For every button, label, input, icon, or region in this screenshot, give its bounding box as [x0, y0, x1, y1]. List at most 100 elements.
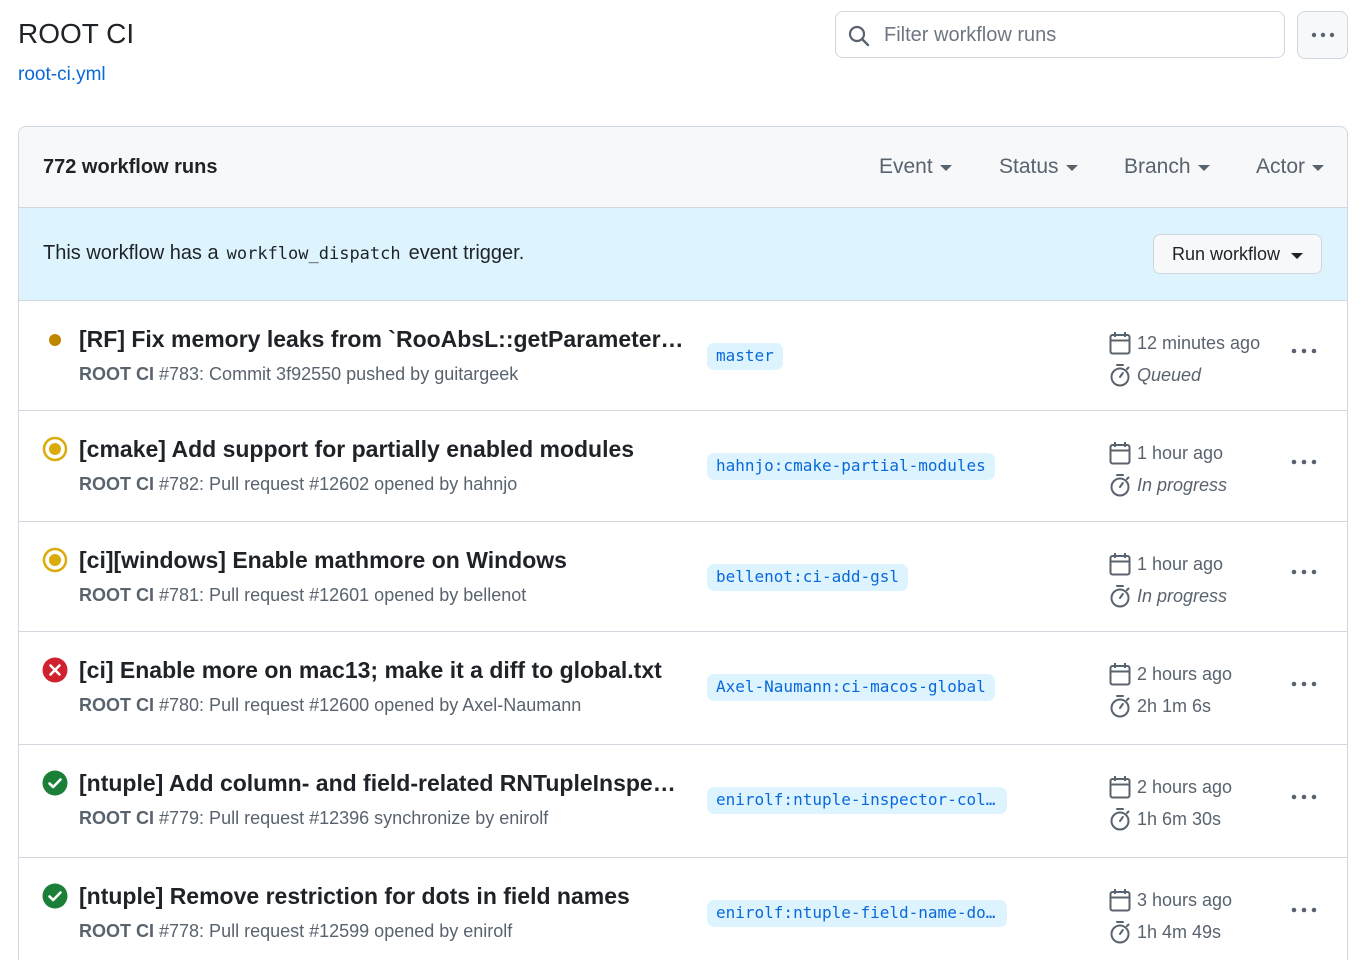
- run-meta-text: #779: Pull request #12396 synchronize by…: [159, 808, 549, 828]
- page-title: ROOT CI: [18, 18, 135, 49]
- filter-event[interactable]: Event: [879, 155, 952, 179]
- run-workflow-name: ROOT CI: [79, 474, 154, 494]
- branch-label[interactable]: hahnjo:cmake-partial-modules: [707, 453, 995, 480]
- run-workflow-name: ROOT CI: [79, 695, 154, 715]
- run-menu-button[interactable]: [1289, 900, 1319, 920]
- workflow-file-link[interactable]: root-ci.yml: [18, 64, 106, 86]
- kebab-horizontal-icon: [1291, 681, 1317, 686]
- in-progress-icon: [41, 435, 69, 463]
- runs-list: [RF] Fix memory leaks from `RooAbsL::get…: [19, 301, 1347, 960]
- run-title-link[interactable]: [cmake] Add support for partially enable…: [79, 436, 687, 463]
- run-duration-text: In progress: [1137, 474, 1228, 495]
- run-title-link[interactable]: [ci][windows] Enable mathmore on Windows: [79, 547, 687, 574]
- run-workflow-name: ROOT CI: [79, 364, 154, 384]
- dispatch-text: This workflow has a workflow_dispatch even…: [43, 242, 524, 265]
- stopwatch-icon: [1110, 364, 1130, 387]
- filter-status[interactable]: Status: [999, 155, 1078, 179]
- filter-actor-label: Actor: [1256, 155, 1306, 178]
- run-duration-text: Queued: [1137, 364, 1202, 385]
- dot-icon: [41, 326, 69, 354]
- filter-branch[interactable]: Branch: [1124, 155, 1210, 179]
- filter-event-label: Event: [879, 155, 933, 178]
- filter-actor[interactable]: Actor: [1256, 155, 1325, 179]
- run-time: 3 hours ago: [1109, 888, 1232, 912]
- run-duration-text: 1h 6m 30s: [1137, 808, 1222, 829]
- run-title-link[interactable]: [ci] Enable more on mac13; make it a dif…: [79, 657, 687, 684]
- search-input[interactable]: [884, 20, 1274, 50]
- caret-down-icon: [1312, 165, 1325, 171]
- run-meta: ROOT CI #783: Commit 3f92550 pushed by g…: [79, 364, 518, 385]
- run-duration: 2h 1m 6s: [1109, 694, 1211, 718]
- runs-count: 772 workflow runs: [43, 156, 218, 178]
- run-meta: ROOT CI #781: Pull request #12601 opened…: [79, 585, 526, 606]
- run-row[interactable]: [RF] Fix memory leaks from `RooAbsL::get…: [19, 301, 1347, 411]
- run-duration-text: In progress: [1137, 585, 1228, 606]
- kebab-horizontal-icon: [1311, 32, 1335, 38]
- run-menu-button[interactable]: [1289, 562, 1319, 582]
- caret-down-icon: [1197, 165, 1210, 171]
- run-time-text: 1 hour ago: [1137, 553, 1224, 574]
- run-meta-text: #781: Pull request #12601 opened by bell…: [159, 585, 527, 605]
- filter-branch-label: Branch: [1124, 155, 1191, 178]
- calendar-icon: [1109, 889, 1131, 912]
- run-row[interactable]: [ci][windows] Enable mathmore on Windows…: [19, 522, 1347, 632]
- run-menu-button[interactable]: [1289, 787, 1319, 807]
- run-row[interactable]: [ci] Enable more on mac13; make it a dif…: [19, 632, 1347, 745]
- workflow-runs-box: 772 workflow runs Event Status Branch Ac…: [18, 126, 1348, 960]
- dispatch-text-after: event trigger.: [408, 242, 525, 264]
- branch-label[interactable]: enirolf:ntuple-inspector-columns: [707, 787, 1007, 814]
- calendar-icon: [1109, 776, 1131, 799]
- run-menu-button[interactable]: [1289, 674, 1319, 694]
- run-time: 2 hours ago: [1109, 662, 1232, 686]
- run-title-link[interactable]: [ntuple] Add column- and field-related R…: [79, 770, 687, 797]
- caret-down-icon: [939, 165, 952, 171]
- x-circle-icon: [41, 656, 69, 684]
- branch-label[interactable]: enirolf:ntuple-field-name-dots: [707, 900, 1007, 927]
- branch-label[interactable]: Axel-Naumann:ci-macos-global: [707, 674, 995, 701]
- run-row[interactable]: [ntuple] Add column- and field-related R…: [19, 745, 1347, 858]
- run-meta-text: #782: Pull request #12602 opened by hahn…: [159, 474, 518, 494]
- run-menu-button[interactable]: [1289, 341, 1319, 361]
- calendar-icon: [1109, 442, 1131, 465]
- stopwatch-icon: [1110, 921, 1130, 944]
- run-meta-text: #783: Commit 3f92550 pushed by guitargee…: [159, 364, 519, 384]
- run-duration: 1h 4m 49s: [1109, 920, 1221, 944]
- search-box[interactable]: [835, 11, 1285, 58]
- run-time: 12 minutes ago: [1109, 331, 1260, 355]
- run-meta: ROOT CI #782: Pull request #12602 opened…: [79, 474, 517, 495]
- run-title-link[interactable]: [ntuple] Remove restriction for dots in …: [79, 883, 687, 910]
- run-workflow-name: ROOT CI: [79, 585, 154, 605]
- run-meta: ROOT CI #780: Pull request #12600 opened…: [79, 695, 581, 716]
- dispatch-code: workflow_dispatch: [226, 244, 401, 264]
- stopwatch-icon: [1110, 585, 1130, 608]
- run-workflow-name: ROOT CI: [79, 808, 154, 828]
- run-workflow-name: ROOT CI: [79, 921, 154, 941]
- run-meta: ROOT CI #778: Pull request #12599 opened…: [79, 921, 512, 942]
- branch-label[interactable]: bellenot:ci-add-gsl: [707, 564, 909, 591]
- kebab-horizontal-icon: [1291, 794, 1317, 799]
- run-time: 1 hour ago: [1109, 552, 1223, 576]
- stopwatch-icon: [1110, 695, 1130, 718]
- run-time-text: 3 hours ago: [1137, 889, 1233, 910]
- kebab-horizontal-icon: [1291, 459, 1317, 464]
- run-row[interactable]: [ntuple] Remove restriction for dots in …: [19, 858, 1347, 960]
- kebab-horizontal-icon: [1291, 907, 1317, 912]
- in-progress-icon: [41, 546, 69, 574]
- more-options-button[interactable]: [1297, 11, 1348, 59]
- run-workflow-button[interactable]: Run workflow: [1153, 234, 1322, 274]
- run-duration-text: 1h 4m 49s: [1137, 921, 1222, 942]
- dispatch-banner: This workflow has a workflow_dispatch even…: [19, 208, 1347, 301]
- run-title-link[interactable]: [RF] Fix memory leaks from `RooAbsL::get…: [79, 326, 687, 353]
- branch-label[interactable]: master: [707, 343, 783, 370]
- filter-status-label: Status: [999, 155, 1059, 178]
- run-workflow-label: Run workflow: [1172, 244, 1281, 264]
- run-menu-button[interactable]: [1289, 452, 1319, 472]
- run-time: 1 hour ago: [1109, 441, 1223, 465]
- run-meta-text: #780: Pull request #12600 opened by Axel…: [159, 695, 582, 715]
- run-row[interactable]: [cmake] Add support for partially enable…: [19, 411, 1347, 522]
- run-time-text: 12 minutes ago: [1137, 332, 1261, 353]
- stopwatch-icon: [1110, 808, 1130, 831]
- run-duration: In progress: [1109, 584, 1227, 608]
- kebab-horizontal-icon: [1291, 348, 1317, 354]
- run-duration: In progress: [1109, 473, 1227, 497]
